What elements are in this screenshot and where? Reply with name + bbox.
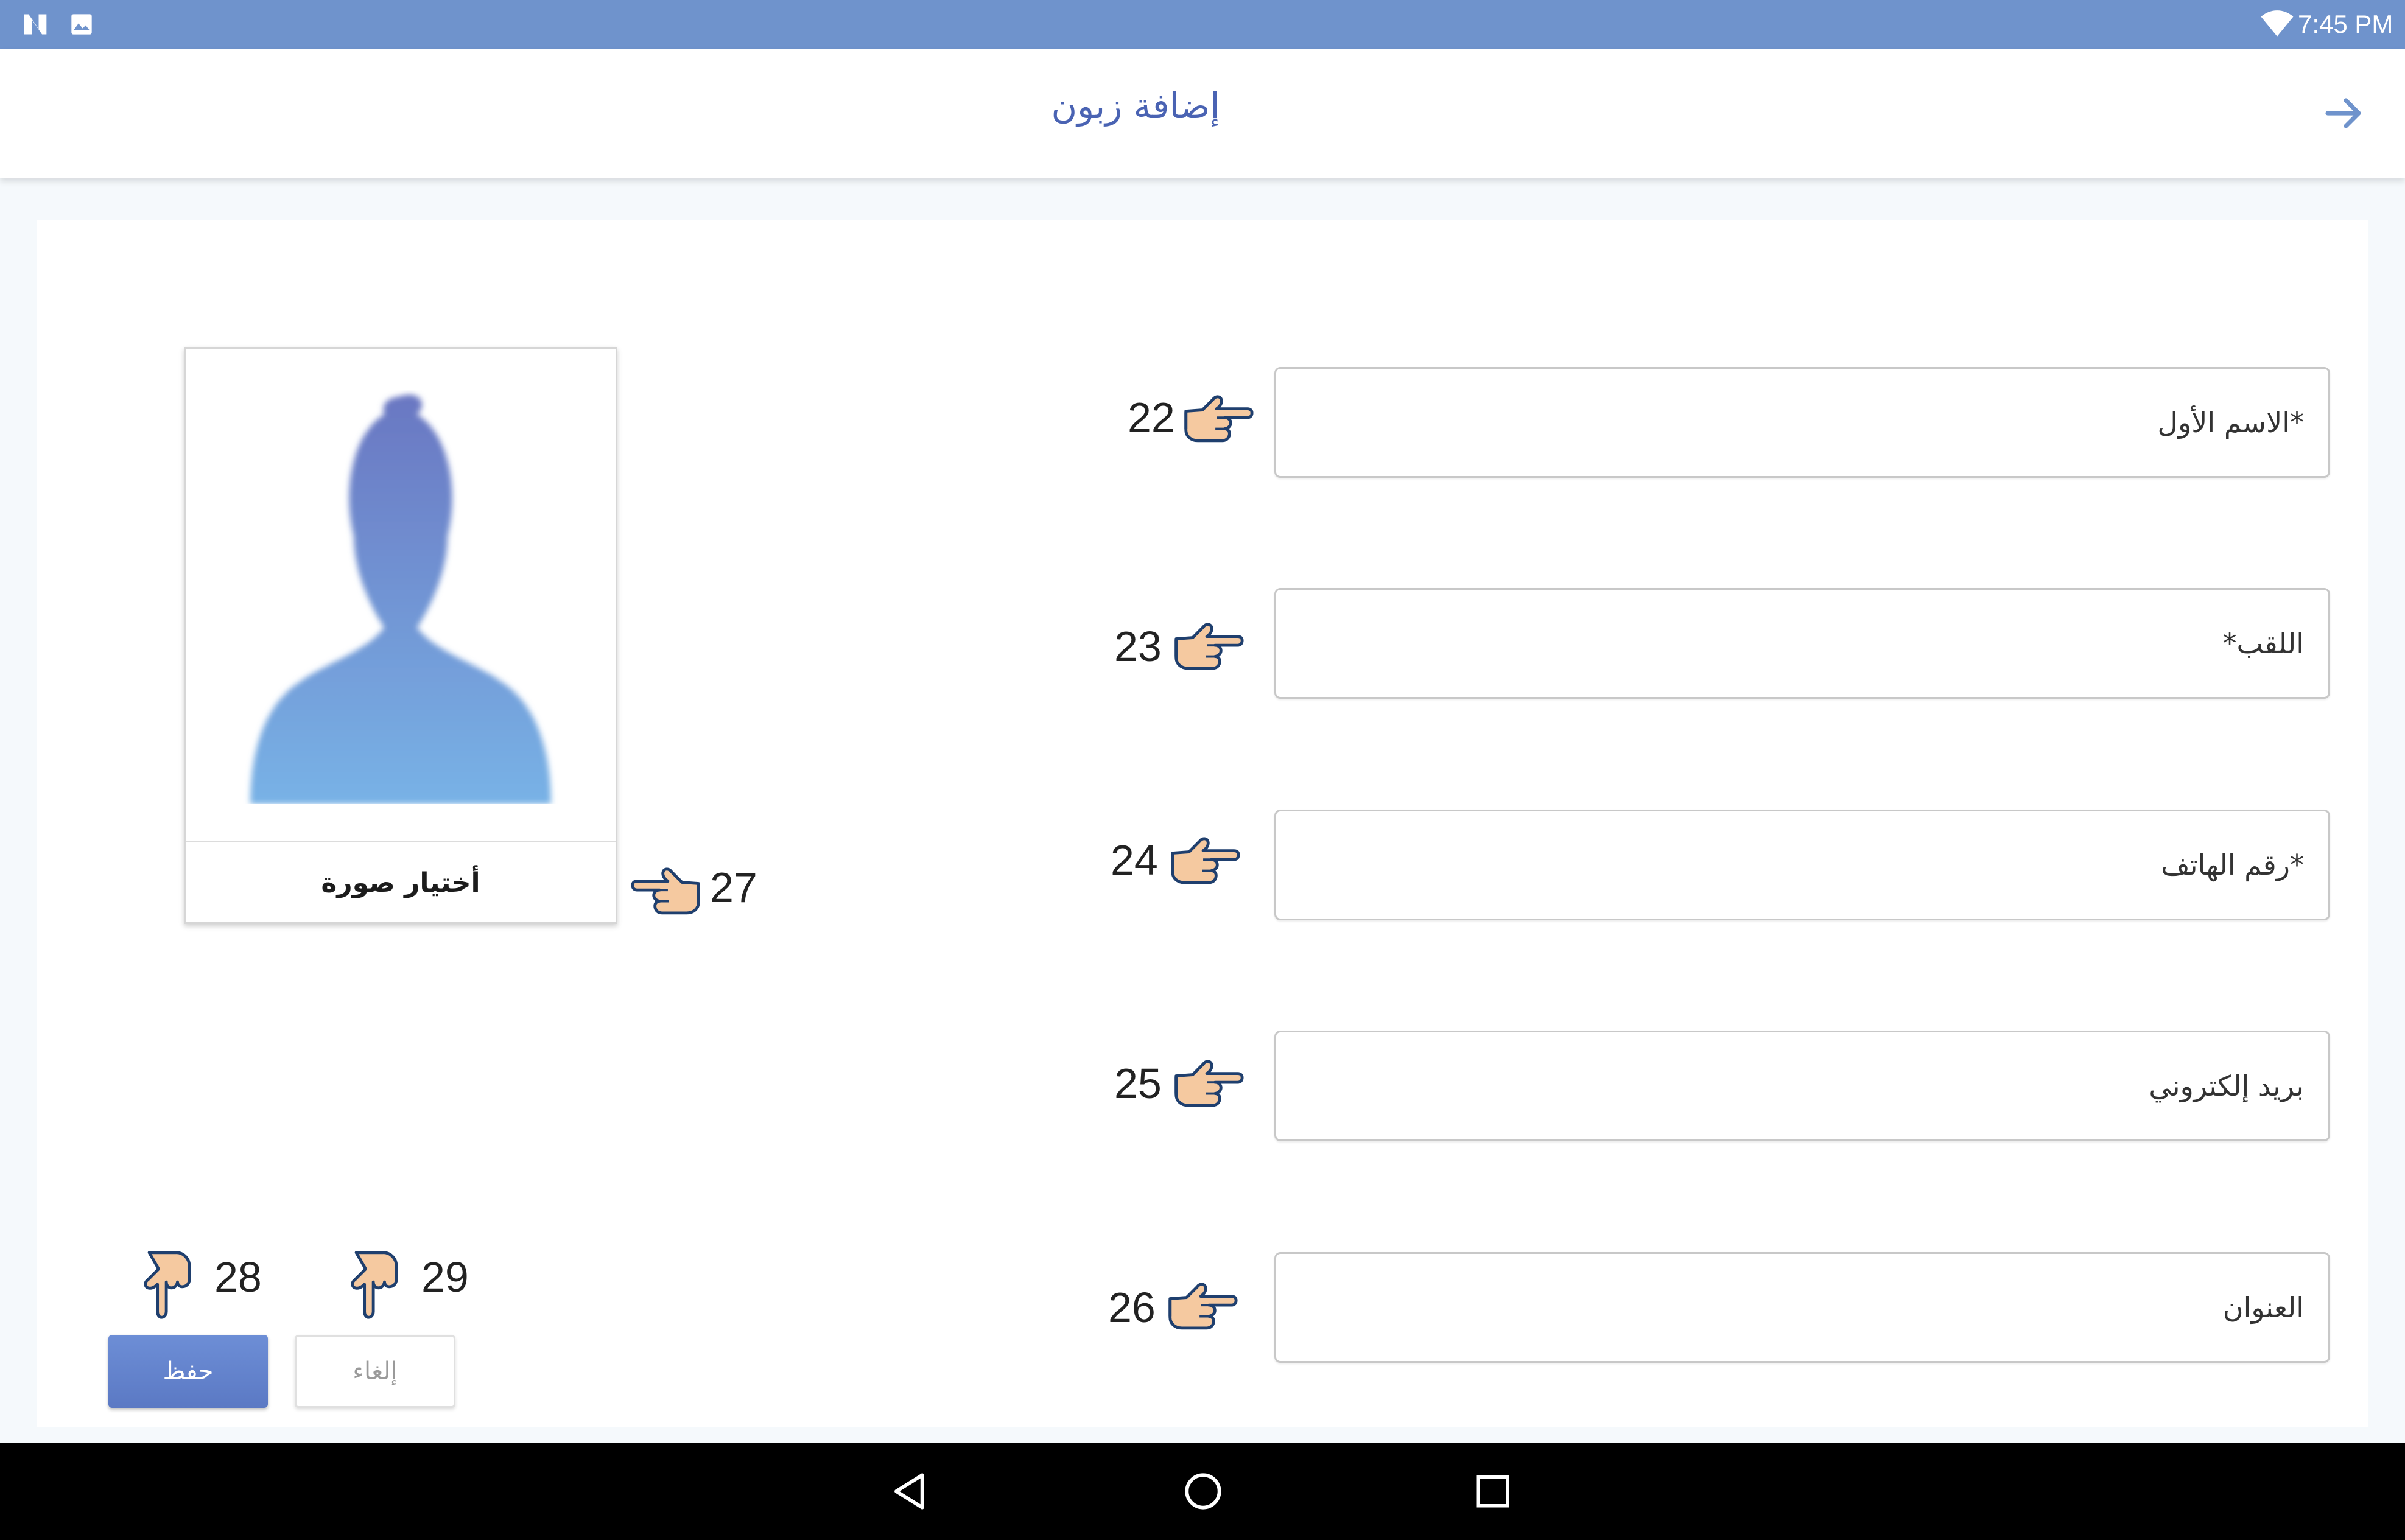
phone-field[interactable]: *رقم الهاتف — [1274, 810, 2330, 920]
app-header: إضافة زبون — [0, 49, 2405, 178]
annotation-29: 29 — [421, 1253, 469, 1301]
first-name-label: *الاسم الأول — [2157, 406, 2304, 439]
email-field[interactable]: بريد إلكتروني — [1274, 1031, 2330, 1141]
pointing-down-hand-icon — [348, 1248, 403, 1321]
pointing-hand-icon — [1165, 1278, 1238, 1337]
navigation-bar — [0, 1443, 2405, 1540]
pointing-hand-icon — [1181, 391, 1254, 449]
annotation-27: 27 — [710, 864, 757, 911]
pointing-hand-icon — [1171, 618, 1245, 677]
back-triangle-icon[interactable] — [891, 1472, 930, 1511]
pointing-hand-icon — [1168, 833, 1241, 891]
choose-photo-button[interactable]: أختيار صورة — [186, 842, 616, 924]
save-button[interactable]: حفظ — [108, 1335, 268, 1408]
annotation-26: 26 — [1108, 1284, 1156, 1331]
clock: 7:45 PM — [2298, 10, 2393, 38]
phone-label: *رقم الهاتف — [2161, 849, 2304, 881]
last-name-label: اللقب* — [2222, 627, 2304, 660]
photo-picker[interactable]: أختيار صورة — [184, 347, 617, 924]
cancel-button[interactable]: إلغاء — [295, 1335, 455, 1408]
annotation-25: 25 — [1114, 1060, 1162, 1107]
recents-square-icon[interactable] — [1475, 1473, 1511, 1510]
last-name-field[interactable]: اللقب* — [1274, 588, 2330, 699]
pointing-hand-icon — [1171, 1055, 1245, 1114]
pointing-hand-icon — [630, 863, 703, 922]
home-circle-icon[interactable] — [1184, 1472, 1223, 1511]
address-label: العنوان — [2222, 1291, 2304, 1324]
arrow-right-icon[interactable] — [2321, 91, 2367, 135]
first-name-field[interactable]: *الاسم الأول — [1274, 367, 2330, 478]
pointing-down-hand-icon — [141, 1248, 196, 1321]
avatar-placeholder-icon — [250, 394, 551, 804]
annotation-24: 24 — [1111, 836, 1158, 884]
annotation-23: 23 — [1114, 623, 1162, 670]
notification-n-icon — [24, 14, 47, 35]
wifi-icon — [2261, 10, 2294, 37]
status-bar: 7:45 PM — [0, 0, 2405, 49]
image-icon — [71, 14, 92, 35]
annotation-28: 28 — [214, 1253, 262, 1301]
email-label: بريد إلكتروني — [2149, 1069, 2304, 1102]
page-title: إضافة زبون — [1051, 85, 1220, 127]
address-field[interactable]: العنوان — [1274, 1252, 2330, 1363]
annotation-22: 22 — [1128, 394, 1175, 441]
